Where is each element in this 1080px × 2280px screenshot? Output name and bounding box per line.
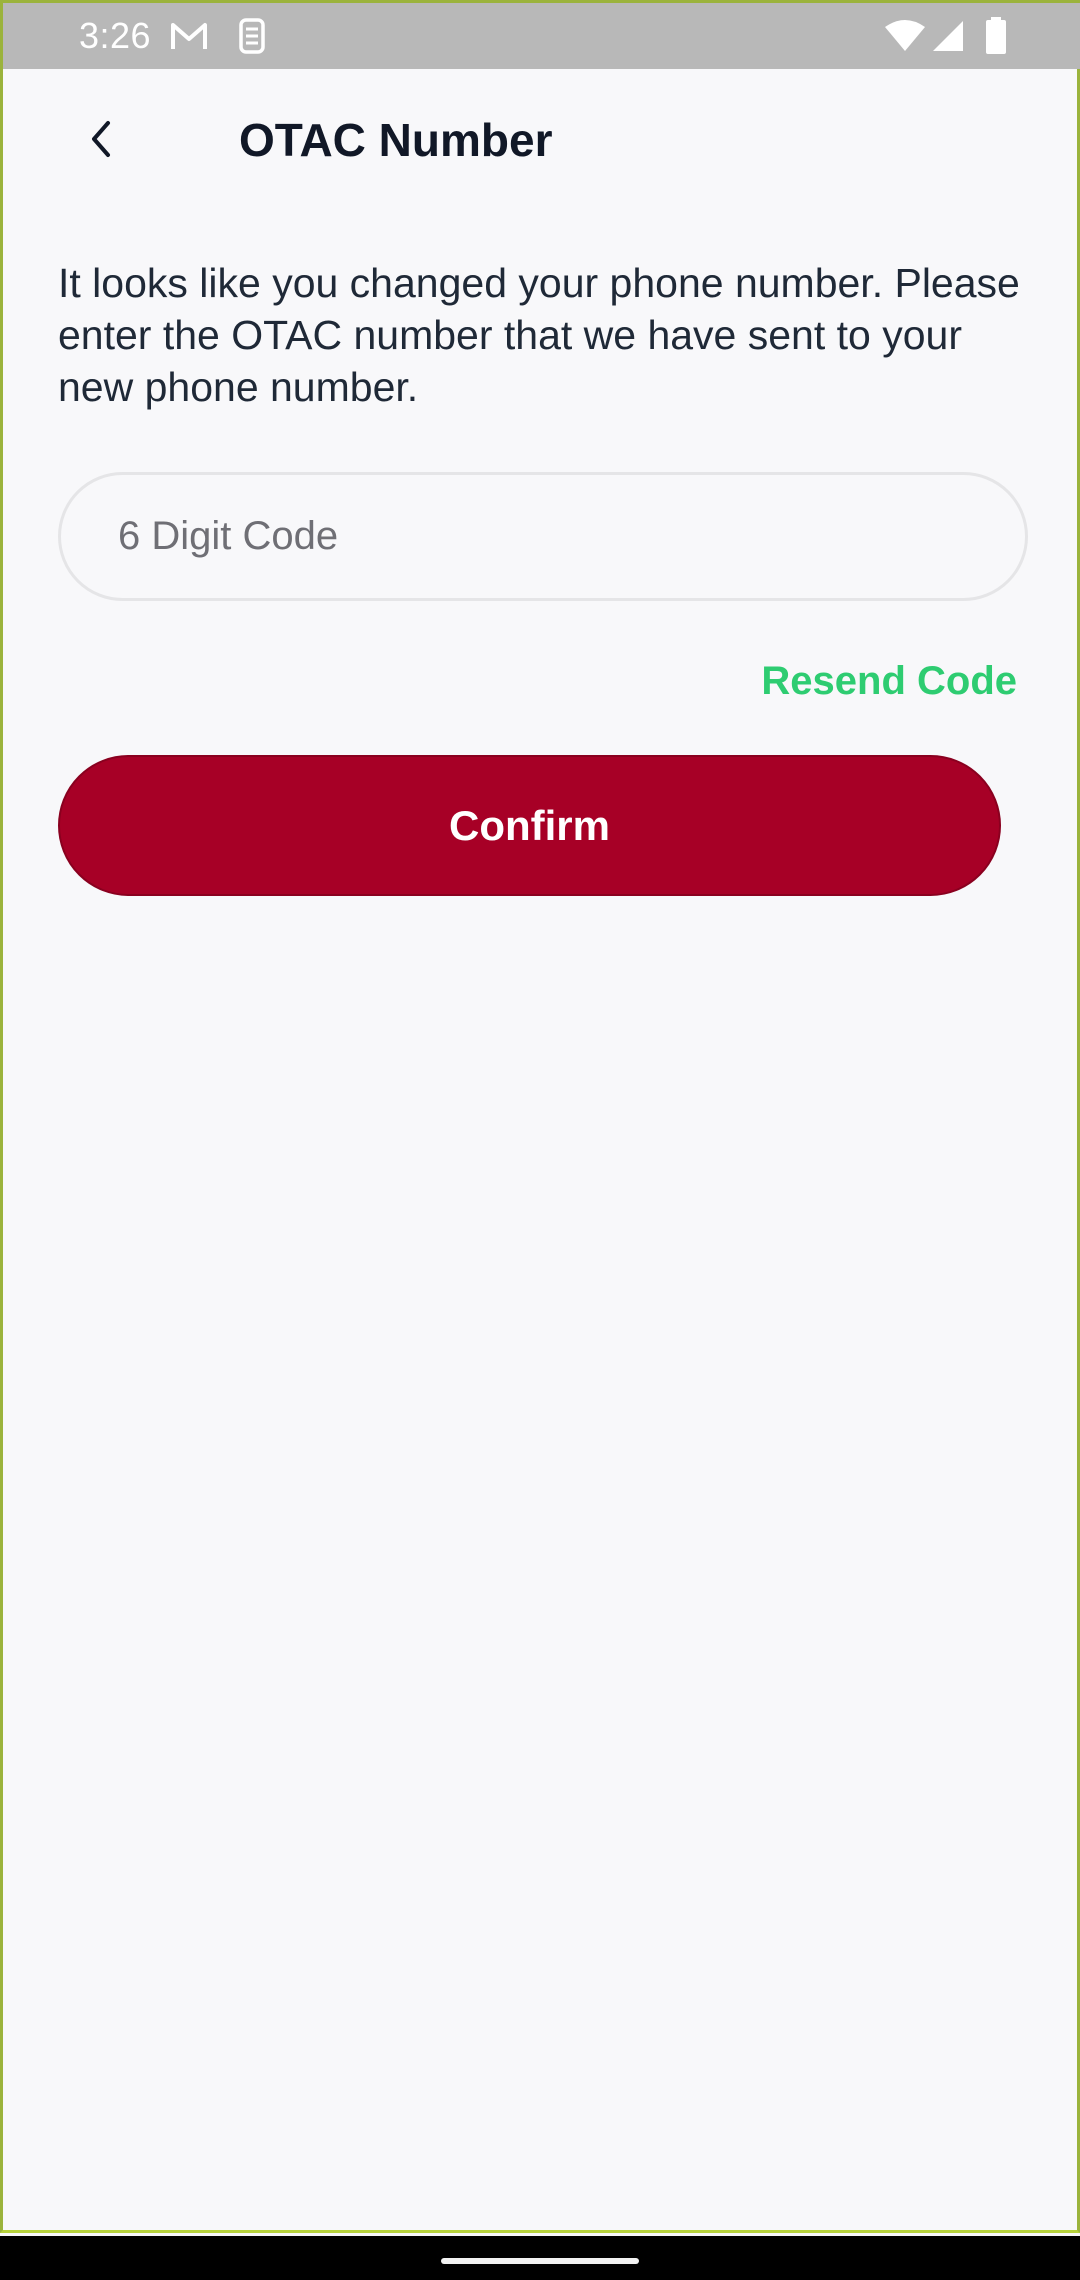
battery-icon (985, 17, 1007, 60)
app-screen: 3:26 OTAC Number It looks like you chang… (0, 0, 1080, 2233)
home-indicator[interactable] (441, 2258, 639, 2264)
signal-icon (931, 19, 965, 58)
wifi-icon (883, 19, 927, 58)
instruction-text: It looks like you changed your phone num… (58, 260, 1020, 410)
navigation-bar (0, 2236, 1080, 2280)
page-title: OTAC Number (239, 114, 553, 166)
sim-icon (237, 17, 267, 60)
otac-code-input[interactable] (58, 472, 1028, 601)
back-button[interactable] (69, 109, 133, 173)
resend-code-link[interactable]: Resend Code (761, 659, 1017, 704)
confirm-button[interactable]: Confirm (58, 755, 1001, 896)
status-bar: 3:26 (3, 3, 1080, 69)
status-time: 3:26 (79, 15, 152, 56)
app-header: OTAC Number (3, 69, 1080, 209)
chevron-left-icon (86, 119, 116, 164)
gmail-icon (169, 17, 209, 60)
